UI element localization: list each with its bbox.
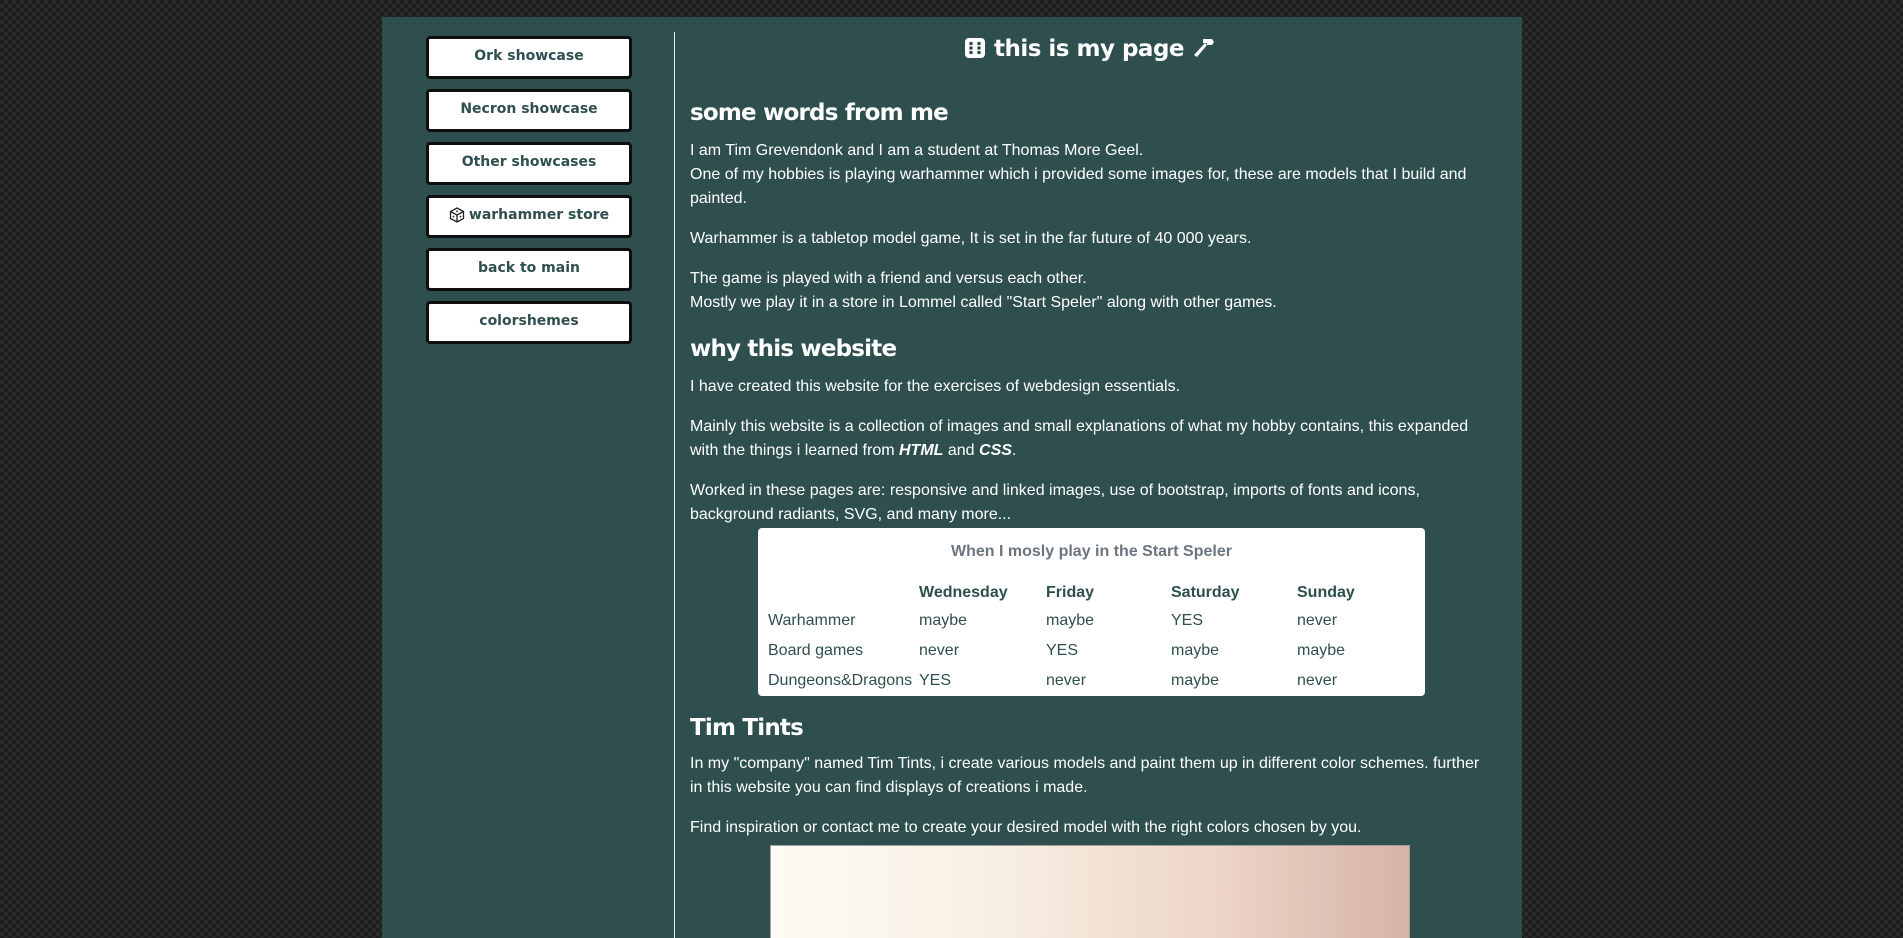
table-header-cell: Friday [1046, 584, 1095, 601]
section-heading-tints: Tim Tints [690, 715, 804, 741]
schedule-table: Wednesday Friday Saturday Sunday Warhamm… [768, 580, 1407, 696]
tints-paragraph-2: Find inspiration or contact me to create… [690, 819, 1362, 836]
table-cell: Warhammer [768, 612, 856, 629]
why-paragraph-2: Mainly this website is a collection of i… [690, 415, 1480, 463]
words-paragraph-1: I am Tim Grevendonk and I am a student a… [690, 139, 1480, 211]
dice-icon [965, 38, 986, 58]
words-p1-line2: One of my hobbies is playing warhammer w… [690, 166, 1467, 207]
why-paragraph-1: I have created this website for the exer… [690, 378, 1181, 395]
page-title-text: this is my page [993, 36, 1185, 62]
nav-necron-showcase[interactable]: Necron showcase [426, 89, 632, 132]
table-cell: maybe [1297, 642, 1346, 659]
table-cell: maybe [1171, 642, 1220, 659]
table-cell: YES [1046, 642, 1079, 659]
table-cell: maybe [1046, 612, 1095, 629]
nav-label: back to main [478, 259, 580, 276]
nav-other-showcases[interactable]: Other showcases [426, 142, 632, 185]
table-header-cell: Wednesday [919, 584, 1008, 601]
tints-paragraph-1: In my "company" named Tim Tints, i creat… [690, 755, 1480, 796]
nav-label: colorshemes [479, 312, 579, 329]
nav-label: Ork showcase [474, 47, 584, 64]
html-emphasis: HTML [899, 442, 944, 459]
schedule-caption: When I mosly play in the Start Speler [951, 543, 1232, 560]
dice-icon [449, 206, 465, 223]
nav-label: Other showcases [461, 153, 597, 170]
table-header-cell: Saturday [1171, 584, 1240, 601]
table-cell: maybe [919, 612, 968, 629]
words-p3-line2: Mostly we play it in a store in Lommel c… [690, 294, 1277, 311]
words-p3-line1: The game is played with a friend and ver… [690, 270, 1087, 287]
table-cell: YES [919, 672, 952, 689]
words-p1-line1: I am Tim Grevendonk and I am a student a… [690, 142, 1144, 159]
schedule-card: When I mosly play in the Start Speler We… [758, 528, 1425, 696]
nav-label: warhammer store [468, 206, 610, 223]
table-cell: never [1046, 672, 1087, 689]
table-row: Warhammer maybe maybe YES never [768, 606, 1407, 636]
nav-label: Necron showcase [460, 100, 598, 117]
css-emphasis: CSS [979, 442, 1012, 459]
table-cell: Board games [768, 642, 864, 659]
words-paragraph-2: Warhammer is a tabletop model game, It i… [690, 230, 1252, 247]
table-header-row: Wednesday Friday Saturday Sunday [768, 580, 1407, 606]
table-header-cell [768, 580, 919, 606]
page-container: Ork showcase Necron showcase Other showc… [382, 17, 1522, 938]
table-cell: never [919, 642, 960, 659]
vertical-divider [674, 32, 675, 938]
why-p2-and: and [943, 442, 980, 459]
nav-warhammer-store[interactable]: warhammer store [426, 195, 632, 238]
table-header-cell: Sunday [1297, 584, 1355, 601]
showcase-image [770, 845, 1410, 938]
table-cell: Dungeons&Dragons [768, 672, 913, 689]
page-title: this is my page [690, 36, 1490, 62]
why-p2-end: . [1011, 442, 1017, 459]
table-row: Board games never YES maybe maybe [768, 636, 1407, 666]
why-paragraph-3: Worked in these pages are: responsive an… [690, 482, 1420, 523]
table-cell: never [1297, 672, 1338, 689]
why-p2-text: Mainly this website is a collection of i… [690, 418, 1469, 459]
table-cell: maybe [1171, 672, 1220, 689]
section-heading-words: some words from me [690, 100, 949, 126]
table-row: Dungeons&Dragons YES never maybe never [768, 666, 1407, 696]
table-cell: YES [1171, 612, 1204, 629]
table-cell: never [1297, 612, 1338, 629]
words-paragraph-3: The game is played with a friend and ver… [690, 267, 1480, 315]
nav-back-to-main[interactable]: back to main [426, 248, 632, 291]
nav-ork-showcase[interactable]: Ork showcase [426, 36, 632, 79]
section-heading-why: why this website [690, 336, 897, 362]
sidebar-nav: Ork showcase Necron showcase Other showc… [426, 36, 636, 354]
hammer-icon [1193, 39, 1214, 57]
nav-colorschemes[interactable]: colorshemes [426, 301, 632, 344]
